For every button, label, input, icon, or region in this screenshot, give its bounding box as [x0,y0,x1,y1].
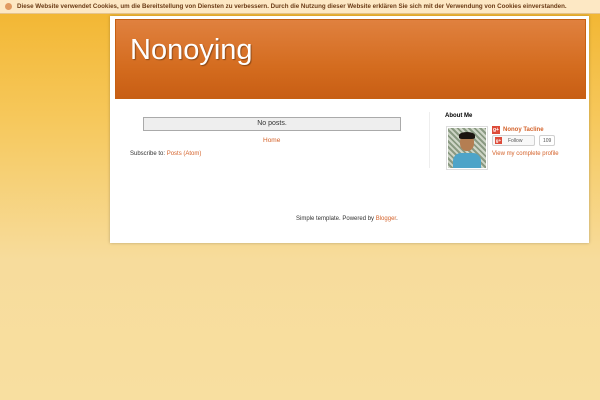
follow-count-badge: 109 [539,135,556,146]
photo-hair [459,132,475,139]
footer-period: . [396,216,398,222]
photo-shirt [453,153,481,168]
footer-text: Simple template. Powered by [296,216,376,222]
subscribe-label: Subscribe to: [130,151,166,157]
profile-name[interactable]: Nonoy Tacline [503,127,544,133]
footer: Simple template. Powered by Blogger. [296,216,398,222]
no-posts-message: No posts. [143,117,401,131]
sidebar-divider [429,112,430,168]
cookie-notice-bar: Diese Website verwendet Cookies, um die … [0,0,600,14]
google-plus-small-icon: g+ [495,137,502,144]
blog-header: Nonoying [115,19,586,99]
blogger-link[interactable]: Blogger [376,216,396,222]
profile-name-row[interactable]: g+ Nonoy Tacline [492,126,544,134]
follow-label: Follow [508,137,523,144]
cookie-notice-text: Diese Website verwendet Cookies, um die … [17,3,567,10]
main-card: Nonoying No posts. Home Subscribe to: Po… [110,16,589,243]
profile-photo [448,128,486,168]
view-profile-link[interactable]: View my complete profile [492,151,559,157]
blog-title[interactable]: Nonoying [130,34,253,67]
google-plus-icon: g+ [492,126,500,134]
about-me-heading: About Me [445,113,473,119]
posts-atom-link[interactable]: Posts (Atom) [167,151,202,157]
home-link[interactable]: Home [263,137,280,144]
avatar[interactable] [446,126,488,170]
subscribe-row: Subscribe to: Posts (Atom) [130,151,201,157]
cookie-icon [5,3,12,10]
follow-row: g+ Follow 109 [492,135,556,146]
follow-button[interactable]: g+ Follow [492,135,535,146]
